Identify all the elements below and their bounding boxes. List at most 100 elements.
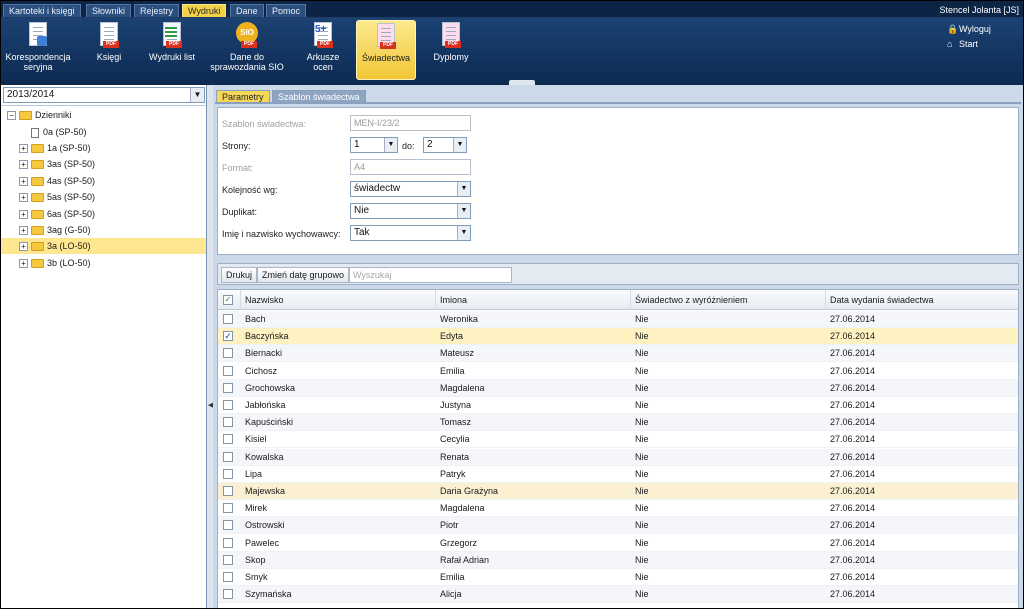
search-input[interactable]: Wyszukaj — [349, 267, 512, 283]
row-checkbox[interactable] — [223, 572, 233, 582]
dyplomy-button[interactable]: PDF Dyplomy — [427, 20, 475, 80]
kolejnosc-select[interactable]: świadectw ▼ — [350, 181, 471, 197]
cell-nazwisko: Kowalska — [245, 451, 284, 462]
row-checkbox[interactable] — [223, 468, 233, 479]
row-checkbox[interactable] — [223, 382, 233, 393]
row-checkbox[interactable] — [223, 554, 233, 565]
expand-icon[interactable]: + — [19, 177, 28, 187]
cell-nazwisko: Lipa — [245, 468, 263, 479]
row-checkbox[interactable] — [223, 537, 233, 548]
cell-imiona: Piotr — [440, 520, 459, 531]
tree-item[interactable]: +3ag (G-50) — [19, 222, 91, 238]
tree-item-selected[interactable]: +3a (LO-50) — [1, 238, 206, 254]
change-date-button[interactable]: Zmień datę grupowo — [257, 267, 350, 283]
collapse-icon[interactable]: − — [7, 111, 16, 121]
cell-imiona: Daria Grażyna — [440, 486, 499, 496]
cell-wyr: Nie — [635, 503, 649, 514]
table-row[interactable]: Ostrowski Piotr Nie 27.06.2014 — [218, 517, 1018, 535]
korespondencja-seryjna-button[interactable]: Korespondencja seryjna — [4, 20, 72, 80]
select-all-checkbox[interactable]: ✓ — [218, 290, 241, 310]
table-row[interactable]: Biernacki Mateusz Nie 27.06.2014 — [218, 345, 1018, 363]
expand-icon[interactable]: + — [19, 160, 28, 170]
table-row[interactable]: Kowalska Renata Nie 27.06.2014 — [218, 448, 1018, 466]
row-checkbox[interactable] — [223, 417, 233, 428]
chevron-down-icon[interactable]: ▼ — [457, 182, 470, 196]
table-row[interactable]: Cichosz Emilia Nie 27.06.2014 — [218, 363, 1018, 380]
start-link[interactable]: ⌂ Start — [947, 37, 991, 52]
print-button[interactable]: Drukuj — [221, 267, 258, 283]
table-row[interactable]: Lipa Patryk Nie 27.06.2014 — [218, 466, 1018, 483]
chevron-down-icon[interactable]: ▼ — [457, 204, 470, 218]
table-row[interactable]: ✓ Baczyńska Edyta Nie 27.06.2014 — [218, 328, 1018, 346]
chevron-down-icon[interactable]: ▼ — [453, 138, 466, 152]
expand-icon[interactable]: + — [19, 193, 28, 203]
tree-item[interactable]: +5as (SP-50) — [19, 189, 95, 205]
row-checkbox[interactable] — [223, 434, 233, 445]
expand-icon[interactable]: + — [19, 210, 28, 220]
row-checkbox[interactable] — [223, 451, 233, 462]
column-header[interactable]: Imiona — [436, 290, 631, 310]
chevron-down-icon[interactable]: ▼ — [190, 88, 204, 102]
table-row[interactable]: Majewska Daria Grażyna Nie 27.06.2014 — [218, 483, 1018, 500]
cell-imiona: Mateusz — [440, 348, 475, 359]
cell-nazwisko: Ostrowski — [245, 520, 285, 531]
row-checkbox[interactable] — [223, 486, 233, 496]
row-checkbox[interactable] — [223, 400, 233, 410]
tree-item[interactable]: +3as (SP-50) — [19, 156, 95, 172]
strony-to-select[interactable]: 2 ▼ — [423, 137, 467, 153]
table-row[interactable]: Szymańska Alicja Nie 27.06.2014 — [218, 586, 1018, 604]
table-row[interactable]: Bach Weronika Nie 27.06.2014 — [218, 311, 1018, 328]
menu-tab-dane[interactable]: Dane — [230, 4, 264, 17]
row-checkbox[interactable]: ✓ — [223, 331, 233, 342]
table-row[interactable]: Mirek Magdalena Nie 27.06.2014 — [218, 500, 1018, 518]
strony-from-select[interactable]: 1 ▼ — [350, 137, 398, 153]
arkusze-ocen-button[interactable]: 5+ PDF Arkusze ocen — [299, 20, 347, 80]
table-row[interactable]: Smyk Emilia Nie 27.06.2014 — [218, 569, 1018, 586]
column-header[interactable]: Nazwisko — [241, 290, 436, 310]
expand-icon[interactable]: + — [19, 259, 28, 269]
tree-item[interactable]: 0a (SP-50) — [31, 124, 87, 140]
cell-data: 27.06.2014 — [830, 365, 876, 376]
cell-wyr: Nie — [635, 468, 649, 479]
wychowawca-select[interactable]: Tak ▼ — [350, 225, 471, 241]
table-row[interactable]: Grochowska Magdalena Nie 27.06.2014 — [218, 379, 1018, 397]
menu-tab-slowniki[interactable]: Słowniki — [86, 4, 132, 17]
column-header[interactable]: Data wydania świadectwa — [826, 290, 1018, 310]
expand-icon[interactable]: + — [19, 226, 28, 236]
expand-icon[interactable]: + — [19, 144, 28, 154]
tree-item[interactable]: +6as (SP-50) — [19, 206, 95, 222]
menu-tab-pomoc[interactable]: Pomoc — [266, 4, 307, 17]
swiadectwa-button[interactable]: PDF Świadectwa — [356, 20, 416, 80]
tree-item[interactable]: +1a (SP-50) — [19, 140, 91, 156]
school-year-select[interactable]: 2013/2014 ▼ — [3, 87, 205, 103]
menu-tab-kartoteki[interactable]: Kartoteki i księgi — [3, 4, 81, 17]
chevron-down-icon[interactable]: ▼ — [457, 226, 470, 240]
row-checkbox[interactable] — [223, 503, 233, 514]
ksiegi-button[interactable]: PDF Księgi — [89, 20, 129, 80]
expand-icon[interactable]: + — [19, 242, 28, 252]
table-row[interactable]: Kapuściński Tomasz Nie 27.06.2014 — [218, 414, 1018, 432]
menu-tab-rejestry[interactable]: Rejestry — [134, 4, 180, 17]
menu-tab-wydruki[interactable]: Wydruki — [182, 4, 227, 17]
row-checkbox[interactable] — [223, 365, 233, 376]
column-header[interactable]: Świadectwo z wyróżnieniem — [631, 290, 826, 310]
table-row[interactable]: Kisiel Cecylia Nie 27.06.2014 — [218, 431, 1018, 449]
cell-imiona: Rafał Adrian — [440, 554, 490, 565]
row-checkbox[interactable] — [223, 314, 233, 324]
logout-link[interactable]: 🔒Wyloguj — [947, 22, 991, 37]
table-row[interactable]: Pawelec Grzegorz Nie 27.06.2014 — [218, 535, 1018, 552]
table-row[interactable]: Jabłońska Justyna Nie 27.06.2014 — [218, 397, 1018, 414]
tree-item[interactable]: +3b (LO-50) — [19, 255, 91, 271]
wychowawca-label: Imię i nazwisko wychowawcy: — [222, 229, 341, 239]
row-checkbox[interactable] — [223, 589, 233, 600]
tree-item[interactable]: +4as (SP-50) — [19, 173, 95, 189]
table-row[interactable]: Skop Rafał Adrian Nie 27.06.2014 — [218, 551, 1018, 569]
cell-imiona: Grzegorz — [440, 537, 478, 548]
tree-root-dzienniki[interactable]: − Dzienniki — [7, 107, 72, 123]
row-checkbox[interactable] — [223, 520, 233, 531]
dane-sio-button[interactable]: SIO PDF Dane do sprawozdania SIO — [207, 20, 287, 80]
duplikat-select[interactable]: Nie ▼ — [350, 203, 471, 219]
row-checkbox[interactable] — [223, 348, 233, 359]
chevron-down-icon[interactable]: ▼ — [384, 138, 397, 152]
wydruki-list-button[interactable]: PDF Wydruki list — [146, 20, 198, 80]
